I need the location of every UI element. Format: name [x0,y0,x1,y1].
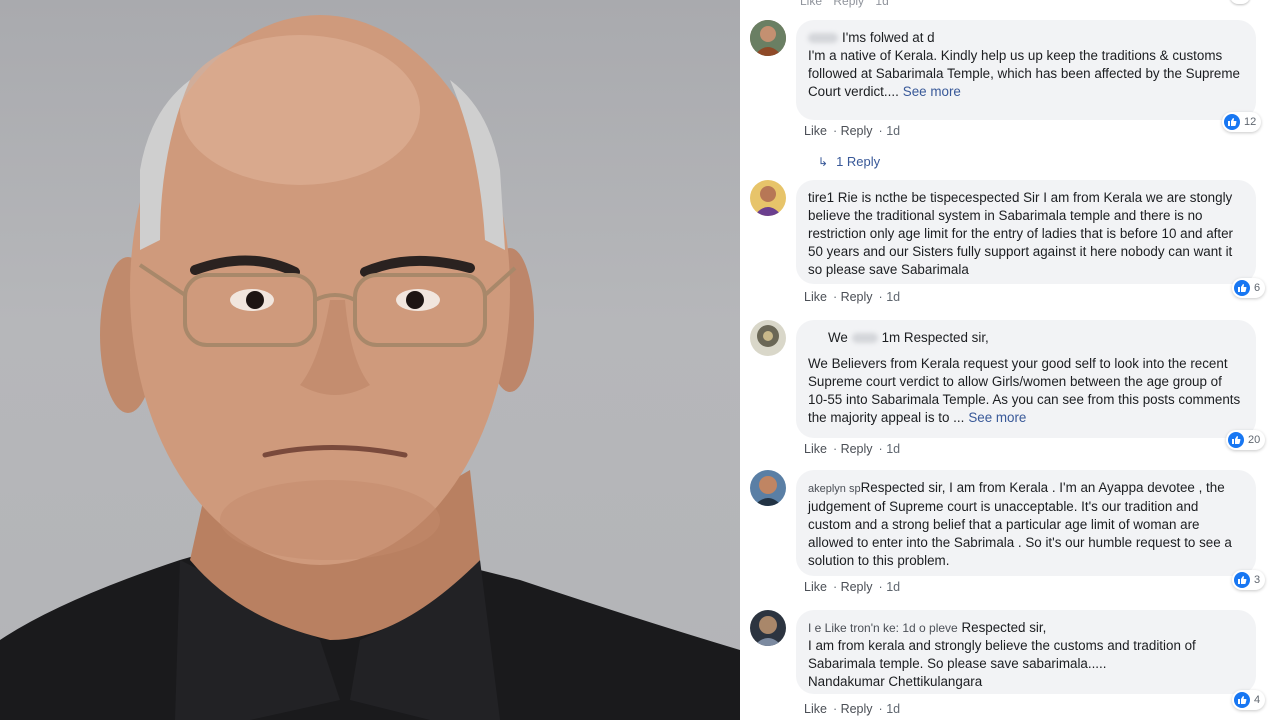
comment-actions: Like · Reply · 1d [804,290,901,304]
comment-bubble: I'ms folwed at d I'm a native of Kerala.… [796,20,1256,120]
reply-arrow-icon: ↳ [818,155,829,169]
reply-link[interactable]: Reply [841,290,873,304]
reaction-count[interactable]: 20 [1226,430,1266,450]
see-more-link[interactable]: See more [903,84,961,99]
comment-actions: Like · Reply · 1d [804,580,901,594]
time-label: 1d [875,0,889,8]
reaction-count[interactable]: 12 [1222,112,1262,132]
comment-bubble: tire1 Rie is ncthe be tispecespected Sir… [796,180,1256,284]
avatar[interactable] [750,610,786,646]
comment-author[interactable]: akeplyn sp [808,483,861,495]
comment-bubble: We 1m Respected sir, We Believers from K… [796,320,1256,438]
comment-actions: Like · Reply · 1d [804,124,901,138]
thumbs-up-icon [1224,114,1240,130]
view-replies-link[interactable]: ↳ 1 Reply [818,154,880,169]
comment-text: I am from kerala and strongly believe th… [808,638,1196,671]
comment-text: Respected sir, I am from Kerala . I'm an… [808,480,1232,568]
reply-link[interactable]: Reply [833,0,864,8]
thumbs-up-icon [1234,572,1250,588]
time-label: 1d [886,290,901,304]
reaction-count[interactable]: 4 [1232,690,1266,710]
reply-link[interactable]: Reply [841,580,873,594]
thumbs-up-icon [1234,692,1250,708]
time-label: 1d [886,124,901,138]
avatar[interactable] [750,20,786,56]
like-link[interactable]: Like [804,580,827,594]
comment-bubble: akeplyn spRespected sir, I am from Keral… [796,470,1256,576]
like-link[interactable]: Like [804,702,827,716]
reply-link[interactable]: Reply [841,124,873,138]
avatar[interactable] [750,180,786,216]
time-label: 1d [886,442,901,456]
time-label: 1d [886,702,901,716]
avatar[interactable] [750,470,786,506]
time-label: 1d [886,580,901,594]
comment-bubble: I e Like tron'n ke: 1d o pleve Respected… [796,610,1256,694]
comment-signature: Nandakumar Chettikulangara [808,674,983,689]
comment-author[interactable]: I'ms folwed at d [808,29,1244,47]
comment-author[interactable]: We 1m Respected sir, [808,329,1244,347]
reaction-count[interactable]: 3 [1232,570,1266,590]
comment-text: I'm a native of Kerala. Kindly help us u… [808,48,1240,99]
comment-author[interactable]: I e Like tron'n ke: 1d o pleve Respected… [808,619,1244,637]
comment-author[interactable]: tire1 Rie is ncthe be tispe [808,190,958,205]
reaction-badge [1230,0,1250,4]
thumbs-up-icon [1234,280,1250,296]
reply-link[interactable]: Reply [841,442,873,456]
reaction-count[interactable]: 6 [1232,278,1266,298]
thumbs-up-icon [1228,432,1244,448]
comment-actions: Like · Reply · 1d [804,702,901,716]
like-link[interactable]: Like [800,0,822,8]
comment-actions: Like · Reply · 1d [804,442,901,456]
reply-link[interactable]: Reply [841,702,873,716]
like-link[interactable]: Like [804,290,827,304]
avatar[interactable] [750,320,786,356]
like-link[interactable]: Like [804,124,827,138]
like-link[interactable]: Like [804,442,827,456]
see-more-link[interactable]: See more [968,410,1026,425]
comments-panel: Like Reply 1d I'ms folwed at d I'm a nat… [740,0,1280,720]
portrait-photo [0,0,740,720]
previous-comment-actions: Like Reply 1d [800,0,897,8]
